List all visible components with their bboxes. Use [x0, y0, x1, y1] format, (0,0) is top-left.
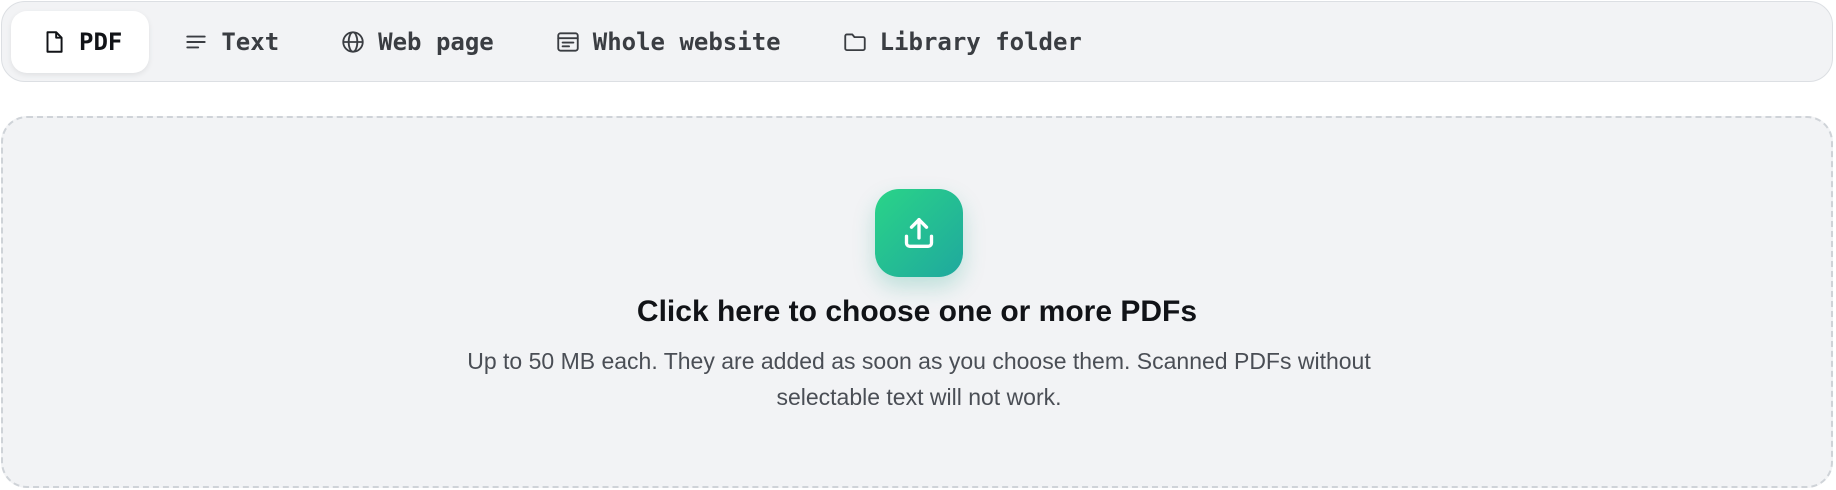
- pdf-dropzone[interactable]: Click here to choose one or more PDFs Up…: [1, 116, 1833, 488]
- source-type-tabbar: PDF Text Web page Whole website Library …: [1, 1, 1833, 82]
- dropzone-subtitle: Up to 50 MB each. They are added as soon…: [467, 348, 1371, 410]
- tab-library-folder-label: Library folder: [879, 27, 1082, 56]
- tab-whole-website-label: Whole website: [592, 27, 781, 56]
- upload-icon: [904, 218, 934, 248]
- tab-library-folder[interactable]: Library folder: [812, 11, 1109, 73]
- tab-pdf[interactable]: PDF: [11, 10, 150, 73]
- dropzone-title: Click here to choose one or more PDFs: [636, 295, 1198, 328]
- tab-text-label: Text: [221, 27, 280, 56]
- globe-icon: [340, 29, 366, 55]
- folder-icon: [842, 29, 868, 55]
- upload-button[interactable]: [875, 189, 963, 277]
- tab-web-page-label: Web page: [378, 27, 494, 56]
- tab-web-page[interactable]: Web page: [310, 11, 521, 73]
- text-lines-icon: [183, 29, 209, 55]
- browser-window-icon: [555, 29, 581, 55]
- file-icon: [41, 29, 67, 55]
- tab-text[interactable]: Text: [153, 11, 306, 73]
- tab-pdf-label: PDF: [79, 27, 123, 56]
- tab-whole-website[interactable]: Whole website: [525, 11, 808, 73]
